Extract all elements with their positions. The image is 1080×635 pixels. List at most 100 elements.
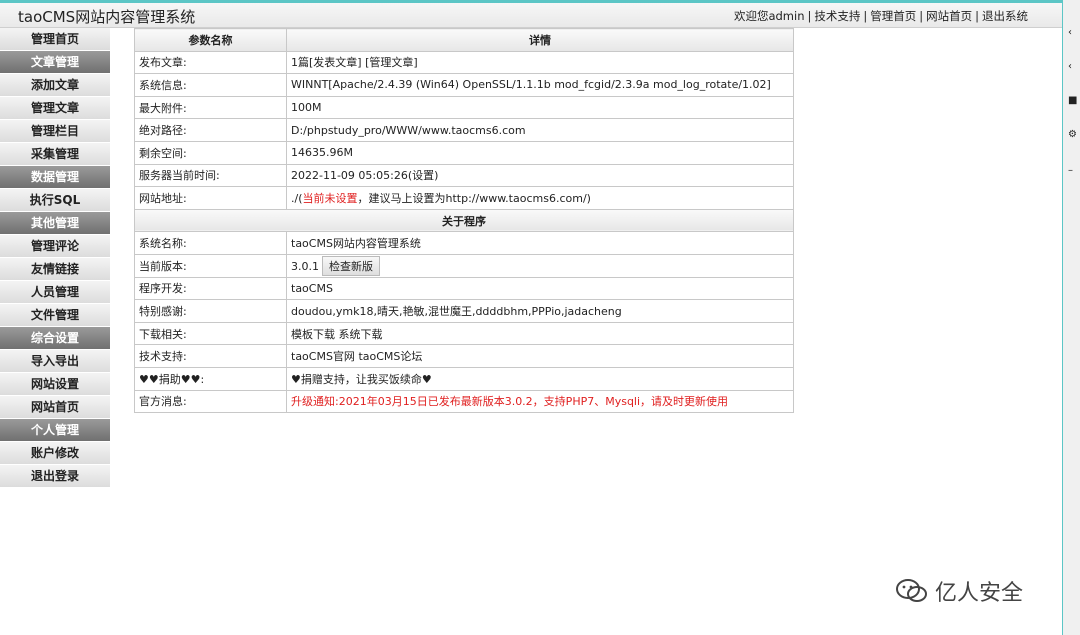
system-download-link[interactable]: 系统下载 xyxy=(339,328,383,341)
header-links: 欢迎您admin | 技术支持 | 管理首页 | 网站首页 | 退出系统 xyxy=(733,9,1028,23)
table-row: 最大附件: 100M xyxy=(134,95,794,120)
row-label: 特别感谢: xyxy=(134,299,287,323)
manage-article-link[interactable]: [管理文章] xyxy=(365,56,418,69)
table-row: 绝对路径: D:/phpstudy_pro/WWW/www.taocms6.co… xyxy=(134,118,794,142)
sidebar-item[interactable]: 管理首页 xyxy=(0,28,110,50)
row-value: 14635.96M xyxy=(286,140,794,165)
row-label: 服务器当前时间: xyxy=(134,163,287,188)
url-suggestion: ，建议马上设置为http://www.taocms6.com/) xyxy=(357,191,591,205)
row-value: 2022-11-09 05:05:26(设置) xyxy=(286,163,794,188)
sidebar-item[interactable]: 管理文章 xyxy=(0,97,110,119)
forum-link[interactable]: taoCMS论坛 xyxy=(358,350,422,363)
template-download-link[interactable]: 模板下载 xyxy=(291,328,335,341)
table-row: 系统信息: WINNT[Apache/2.4.39 (Win64) OpenSS… xyxy=(134,73,794,97)
sidebar-item[interactable]: 退出登录 xyxy=(0,465,110,487)
sidebar-group-header: 数据管理 xyxy=(0,166,110,188)
sidebar-group-header: 个人管理 xyxy=(0,419,110,441)
row-value: taoCMS网站内容管理系统 xyxy=(286,231,794,255)
url-not-set-warning[interactable]: 当前未设置 xyxy=(303,192,358,205)
app-title: taoCMS网站内容管理系统 xyxy=(18,8,196,26)
row-label: 官方消息: xyxy=(134,389,287,414)
row-label: 发布文章: xyxy=(134,50,287,75)
row-value: 3.0.1 检查新版 xyxy=(286,253,794,278)
sidebar-item[interactable]: 文件管理 xyxy=(0,304,110,326)
row-value: taoCMS xyxy=(286,276,794,301)
table-row: 当前版本: 3.0.1 检查新版 xyxy=(134,253,794,278)
row-label: 程序开发: xyxy=(134,276,287,301)
publish-article-link[interactable]: [发表文章] xyxy=(309,56,362,69)
row-value: taoCMS官网 taoCMS论坛 xyxy=(286,344,794,368)
official-news: 升级通知:2021年03月15日已发布最新版本3.0.2，支持PHP7、Mysq… xyxy=(286,389,794,414)
link-logout[interactable]: 退出系统 xyxy=(982,9,1028,23)
sidebar-item[interactable]: 人员管理 xyxy=(0,281,110,303)
link-site-home[interactable]: 网站首页 xyxy=(926,9,972,23)
about-header-row: 关于程序 xyxy=(134,208,794,233)
url-prefix: ./( xyxy=(291,191,303,205)
row-label: 系统信息: xyxy=(134,73,287,97)
table-row: 技术支持: taoCMS官网 taoCMS论坛 xyxy=(134,344,794,368)
row-value: D:/phpstudy_pro/WWW/www.taocms6.com xyxy=(286,118,794,142)
time-settings-link[interactable]: (设置) xyxy=(408,169,439,182)
row-value: ♥捐赠支持，让我买饭续命♥ xyxy=(286,366,794,391)
panel-icon[interactable]: ■ xyxy=(1068,96,1077,106)
sidebar-item[interactable]: 网站设置 xyxy=(0,373,110,395)
sidebar-item[interactable]: 执行SQL xyxy=(0,189,110,211)
row-value: 1篇[发表文章] [管理文章] xyxy=(286,50,794,75)
col-detail-header: 详情 xyxy=(286,28,794,52)
sidebar-item[interactable]: 管理评论 xyxy=(0,235,110,257)
row-value: ./(当前未设置，建议马上设置为http://www.taocms6.com/) xyxy=(286,186,794,210)
table-header-row: 参数名称 详情 xyxy=(134,28,794,52)
sidebar-item[interactable]: 采集管理 xyxy=(0,143,110,165)
row-value: 100M xyxy=(286,95,794,120)
row-label: ♥♥捐助♥♥: xyxy=(134,366,287,391)
table-row: 特别感谢: doudou,ymk18,晴天,艳敏,混世魔王,ddddbhm,PP… xyxy=(134,299,794,323)
sidebar-nav: 管理首页 文章管理 添加文章 管理文章 管理栏目 采集管理 数据管理 执行SQL 其他管理 管理评… xyxy=(0,28,110,488)
wechat-logo-icon xyxy=(895,578,929,610)
donate-link[interactable]: ♥捐赠支持，让我买饭续命♥ xyxy=(291,373,432,386)
sidebar-item[interactable]: 网站首页 xyxy=(0,396,110,418)
table-row: 服务器当前时间: 2022-11-09 05:05:26(设置) xyxy=(134,163,794,188)
table-row: 下载相关: 模板下载 系统下载 xyxy=(134,321,794,346)
check-update-button[interactable]: 检查新版 xyxy=(322,255,380,276)
row-value: doudou,ymk18,晴天,艳敏,混世魔王,ddddbhm,PPPio,ja… xyxy=(286,299,794,323)
table-row: 官方消息: 升级通知:2021年03月15日已发布最新版本3.0.2，支持PHP… xyxy=(134,389,794,414)
row-label: 系统名称: xyxy=(134,231,287,255)
article-count: 1篇 xyxy=(291,56,309,70)
sidebar-item[interactable]: 导入导出 xyxy=(0,350,110,372)
row-label: 技术支持: xyxy=(134,344,287,368)
watermark-text: 亿人安全 xyxy=(935,581,1024,606)
table-row: 剩余空间: 14635.96M xyxy=(134,140,794,165)
sidebar-item[interactable]: 友情链接 xyxy=(0,258,110,280)
system-info-table: 参数名称 详情 发布文章: 1篇[发表文章] [管理文章] 系统信息: WINN… xyxy=(134,28,794,414)
version-number: 3.0.1 xyxy=(291,259,319,273)
official-site-link[interactable]: taoCMS官网 xyxy=(291,350,355,363)
sidebar-item[interactable]: 添加文章 xyxy=(0,74,110,96)
table-row: 网站地址: ./(当前未设置，建议马上设置为http://www.taocms6… xyxy=(134,186,794,210)
row-value: 模板下载 系统下载 xyxy=(286,321,794,346)
link-admin-home[interactable]: 管理首页 xyxy=(870,9,916,23)
header-bar: taoCMS网站内容管理系统 欢迎您admin | 技术支持 | 管理首页 | 网站首页 | 退… xyxy=(0,3,1062,28)
watermark: 亿人安全 xyxy=(895,575,1023,610)
row-label: 剩余空间: xyxy=(134,140,287,165)
row-label: 下载相关: xyxy=(134,321,287,346)
col-param-header: 参数名称 xyxy=(134,28,287,52)
table-row: ♥♥捐助♥♥: ♥捐赠支持，让我买饭续命♥ xyxy=(134,366,794,391)
right-side-panel: ‹ ‹ ■ ⚙ – xyxy=(1062,0,1080,635)
dash-icon[interactable]: – xyxy=(1068,166,1073,176)
chevron-left-icon[interactable]: ‹ xyxy=(1068,28,1072,38)
link-tech-support[interactable]: 技术支持 xyxy=(814,9,860,23)
row-label: 绝对路径: xyxy=(134,118,287,142)
chevron-left-icon-2[interactable]: ‹ xyxy=(1068,62,1072,72)
sidebar-group-header: 文章管理 xyxy=(0,51,110,73)
row-label: 最大附件: xyxy=(134,95,287,120)
sidebar-item[interactable]: 账户修改 xyxy=(0,442,110,464)
server-time: 2022-11-09 05:05:26 xyxy=(291,169,408,183)
row-label: 当前版本: xyxy=(134,253,287,278)
table-row: 系统名称: taoCMS网站内容管理系统 xyxy=(134,231,794,255)
sidebar-item[interactable]: 管理栏目 xyxy=(0,120,110,142)
about-section-title: 关于程序 xyxy=(134,208,794,233)
main-content: 参数名称 详情 发布文章: 1篇[发表文章] [管理文章] 系统信息: WINN… xyxy=(134,28,794,414)
sidebar-group-header: 综合设置 xyxy=(0,327,110,349)
sidebar-group-header: 其他管理 xyxy=(0,212,110,234)
settings-icon[interactable]: ⚙ xyxy=(1068,130,1077,140)
